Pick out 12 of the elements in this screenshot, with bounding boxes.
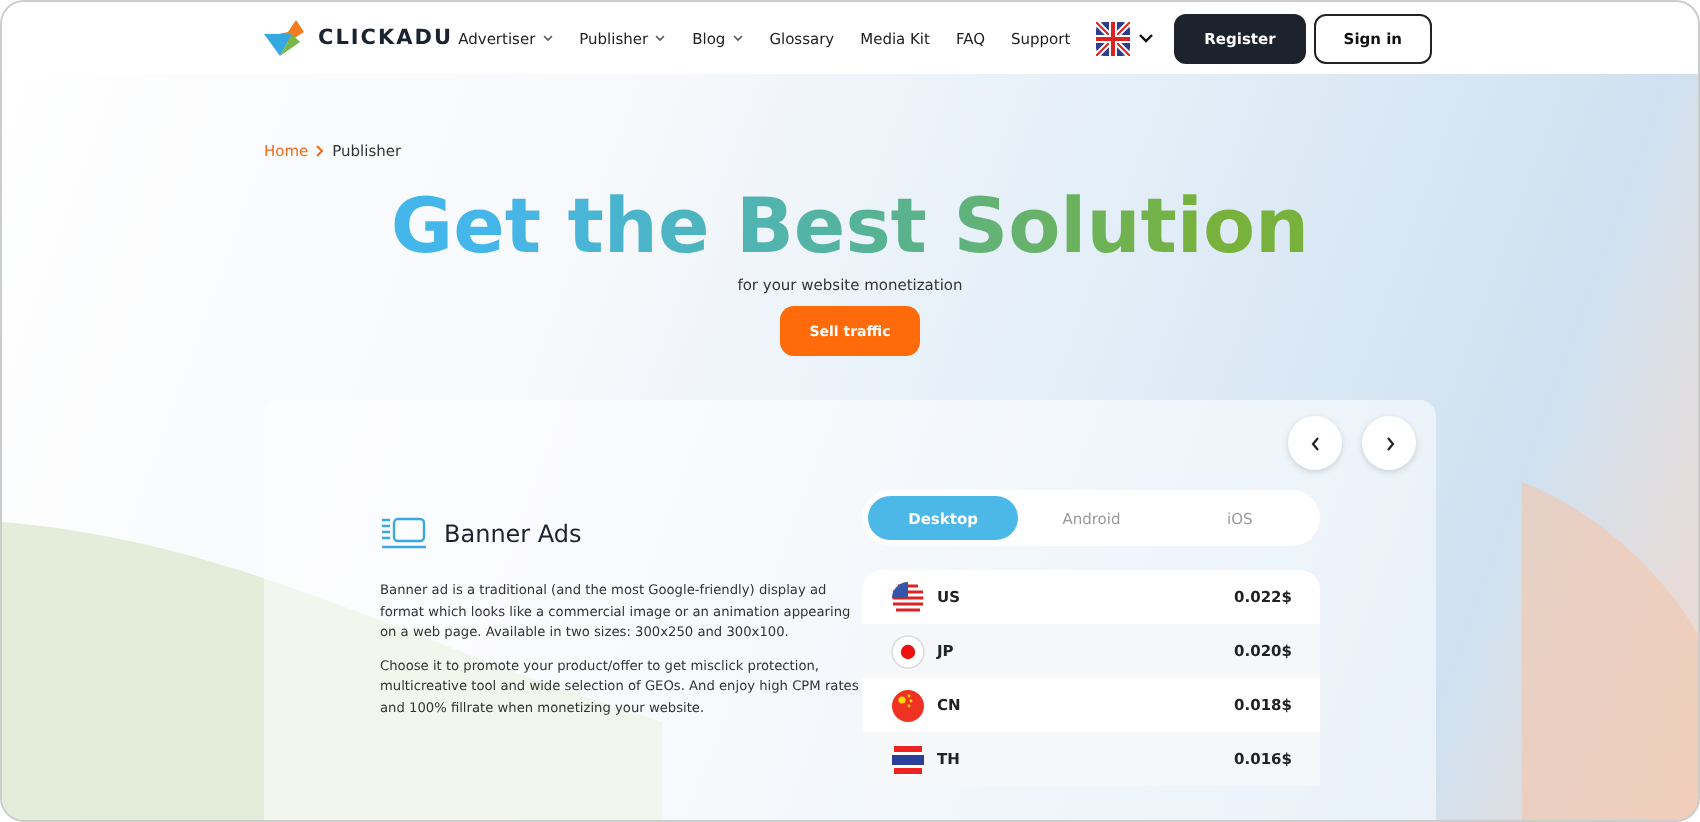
flag-icon [890,687,927,723]
flag-icon[interactable] [1096,21,1131,55]
flag-icon [890,579,927,615]
banner-icon [380,516,428,550]
section-title: Banner Ads [444,519,582,547]
flag-icon [890,633,927,669]
logo-text[interactable]: CLICKADU [318,26,454,50]
flag-icon [890,741,927,777]
chevron-right-icon [314,144,327,158]
caret-icon[interactable] [1138,32,1155,44]
chevron-left-icon [1309,435,1321,451]
chevron-right-icon [1383,435,1395,451]
